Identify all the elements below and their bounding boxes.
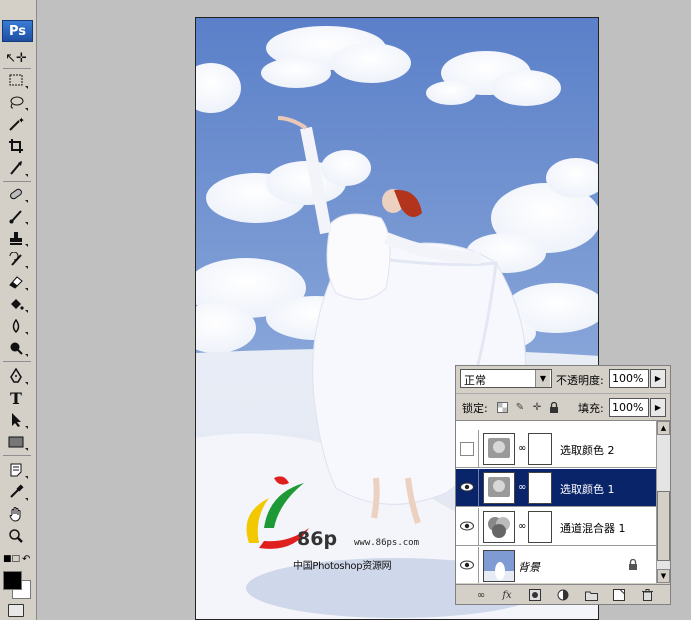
brush-icon[interactable]: [4, 206, 28, 226]
background-thumbnail: [483, 550, 515, 582]
magic-wand-icon[interactable]: ✦: [4, 114, 28, 134]
scroll-thumb[interactable]: [657, 491, 670, 561]
trash-icon[interactable]: [640, 588, 654, 602]
eye-icon[interactable]: [459, 518, 475, 534]
channel-mixer-thumbnail: [483, 511, 515, 543]
lock-icon: [628, 558, 638, 573]
visibility-column: [478, 430, 479, 468]
scroll-up-icon[interactable]: ▲: [657, 421, 670, 435]
eye-icon[interactable]: [459, 557, 475, 573]
layers-panel: 正常 ▼ 不透明度: 100% ▶ 锁定: ✎ ✛ 填充: 100% ▶ ∞ 选…: [455, 365, 671, 605]
watermark-url: www.86ps.com: [354, 538, 420, 548]
visibility-column: [478, 469, 479, 507]
opacity-input[interactable]: 100%: [609, 369, 649, 388]
lasso-icon[interactable]: [4, 92, 28, 112]
layer-row[interactable]: ∞ 通道混合器 1: [456, 508, 656, 546]
toolbox-divider: [3, 181, 31, 182]
dodge-icon[interactable]: [4, 338, 28, 358]
paint-bucket-icon[interactable]: [4, 294, 28, 314]
mask-thumbnail[interactable]: [528, 472, 552, 504]
lock-transparency-icon[interactable]: [496, 401, 508, 413]
layers-scrollbar[interactable]: ▲ ▼: [656, 420, 670, 583]
move-icon[interactable]: ↖✛: [4, 48, 28, 68]
link-icon[interactable]: ∞: [518, 521, 526, 532]
toolbox-divider: [3, 455, 31, 456]
photoshop-logo[interactable]: Ps: [2, 20, 33, 42]
lock-position-icon[interactable]: ✛: [531, 401, 543, 413]
fill-input[interactable]: 100%: [609, 398, 649, 417]
add-mask-icon[interactable]: [528, 588, 542, 602]
quick-mask-icon[interactable]: [8, 604, 24, 617]
chevron-down-icon[interactable]: ▼: [535, 370, 550, 387]
fill-label: 填充:: [578, 402, 604, 415]
type-icon[interactable]: T: [4, 388, 28, 408]
link-icon[interactable]: ∞: [518, 443, 526, 454]
lock-pixels-icon[interactable]: ✎: [514, 401, 526, 413]
eyedropper-icon[interactable]: [4, 482, 28, 502]
layer-style-icon[interactable]: fx: [500, 588, 514, 602]
layer-row-selected[interactable]: ∞ 选取颜色 1: [456, 469, 656, 507]
svg-text:✦: ✦: [18, 116, 24, 125]
layer-name[interactable]: 选取颜色 2: [560, 442, 615, 458]
hand-icon[interactable]: [4, 504, 28, 524]
mask-thumbnail[interactable]: [528, 511, 552, 543]
layer-row[interactable]: 背景: [456, 547, 656, 583]
layer-row[interactable]: ∞ 选取颜色 2: [456, 430, 656, 468]
adjustment-thumbnail: [483, 472, 515, 504]
clone-stamp-icon[interactable]: [4, 228, 28, 248]
layer-name[interactable]: 通道混合器 1: [560, 520, 626, 536]
link-icon[interactable]: ∞: [518, 482, 526, 493]
opacity-label: 不透明度:: [556, 374, 604, 387]
mask-thumbnail[interactable]: [528, 433, 552, 465]
history-brush-icon[interactable]: [4, 250, 28, 270]
blur-icon[interactable]: [4, 316, 28, 336]
default-colors-icon[interactable]: ■□: [3, 554, 20, 564]
group-folder-icon[interactable]: [584, 588, 598, 602]
visibility-column: [478, 420, 479, 421]
scroll-down-icon[interactable]: ▼: [657, 569, 670, 583]
lock-row: 锁定: ✎ ✛ 填充: 100% ▶: [456, 393, 670, 419]
blend-mode-value: 正常: [464, 374, 486, 387]
watermark-logo-text: 86p: [297, 528, 338, 550]
link-layers-icon[interactable]: ∞: [474, 588, 488, 602]
layer-list: ∞ 选取颜色 2 ∞ 选取颜色 1 ∞ 通道混合器 1 背景: [456, 420, 656, 583]
pen-icon[interactable]: [4, 366, 28, 386]
lock-all-icon[interactable]: [548, 401, 560, 413]
swap-colors-icon[interactable]: ↶: [22, 554, 30, 565]
crop-icon[interactable]: [4, 136, 28, 156]
zoom-icon[interactable]: [4, 526, 28, 546]
new-layer-icon[interactable]: [612, 588, 626, 602]
layer-name[interactable]: 选取颜色 1: [560, 481, 615, 497]
marquee-icon[interactable]: [4, 70, 28, 90]
foreground-color-swatch[interactable]: [3, 571, 22, 590]
adjustment-thumbnail: [483, 433, 515, 465]
toolbox-divider: [3, 361, 31, 362]
layer-name[interactable]: 背景: [518, 559, 540, 575]
blend-mode-row: 正常 ▼ 不透明度: 100% ▶: [456, 366, 670, 392]
lock-label: 锁定:: [462, 402, 488, 415]
visibility-toggle[interactable]: [460, 442, 474, 456]
toolbox-divider: [3, 68, 31, 69]
healing-brush-icon[interactable]: [4, 184, 28, 204]
eraser-icon[interactable]: [4, 272, 28, 292]
toolbox: Ps ↖✛ ✦ T ■□ ↶: [0, 0, 37, 620]
notes-icon[interactable]: [4, 460, 28, 480]
path-selection-icon[interactable]: [4, 410, 28, 430]
opacity-slider-arrow-icon[interactable]: ▶: [650, 369, 666, 388]
visibility-column: [478, 547, 479, 583]
layer-row-partial[interactable]: [456, 420, 656, 421]
watermark-caption: 中国Photoshop资源网: [293, 561, 392, 572]
rectangle-icon[interactable]: [4, 432, 28, 452]
eye-icon[interactable]: [459, 479, 475, 495]
layers-footer: ∞ fx: [456, 584, 670, 604]
adjustment-layer-icon[interactable]: [556, 588, 570, 602]
fill-slider-arrow-icon[interactable]: ▶: [650, 398, 666, 417]
visibility-column: [478, 508, 479, 546]
slice-icon[interactable]: [4, 158, 28, 178]
